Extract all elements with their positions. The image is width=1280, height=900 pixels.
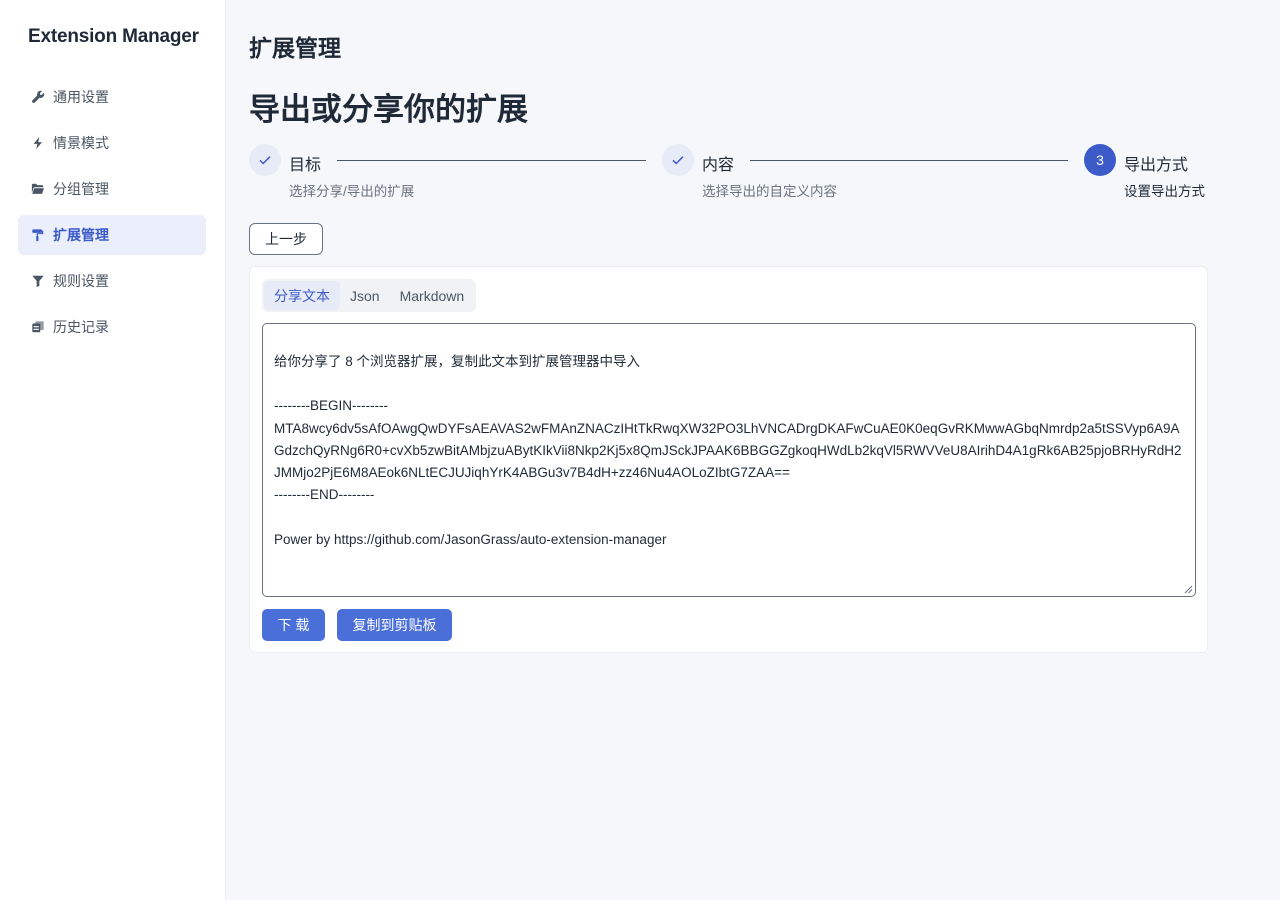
tab-markdown[interactable]: Markdown (390, 281, 475, 310)
step-2-check-icon (662, 144, 694, 176)
share-text-content: 给你分享了 8 个浏览器扩展，复制此文本到扩展管理器中导入 --------BE… (274, 354, 1182, 547)
download-button[interactable]: 下 载 (262, 609, 325, 641)
tab-json[interactable]: Json (340, 281, 390, 310)
steps: 目标 选择分享/导出的扩展 内容 选择导出的自定义内容 3 导出方式 设置导出方… (249, 144, 1209, 204)
sidebar-item-label: 历史记录 (53, 319, 109, 335)
sidebar: Extension Manager 通用设置 情景模式 分组管理 扩展管理 规则… (0, 0, 226, 900)
sidebar-nav: 通用设置 情景模式 分组管理 扩展管理 规则设置 历史记录 (18, 77, 206, 353)
sidebar-item-extension-management[interactable]: 扩展管理 (18, 215, 206, 255)
folder-open-icon (30, 181, 46, 197)
sidebar-item-label: 规则设置 (53, 273, 109, 289)
tab-share-text[interactable]: 分享文本 (264, 281, 340, 310)
export-format-tabs: 分享文本 Json Markdown (262, 279, 477, 312)
wrench-icon (30, 89, 46, 105)
sidebar-item-history[interactable]: 历史记录 (18, 307, 206, 347)
sidebar-item-label: 情景模式 (53, 135, 109, 151)
paint-roller-icon (30, 227, 46, 243)
copy-to-clipboard-button[interactable]: 复制到剪贴板 (337, 609, 452, 641)
step-2-connector (750, 160, 1068, 161)
resize-handle-icon[interactable] (1183, 584, 1193, 594)
export-card: 分享文本 Json Markdown 给你分享了 8 个浏览器扩展，复制此文本到… (249, 266, 1208, 653)
history-icon (30, 319, 46, 335)
sidebar-item-general-settings[interactable]: 通用设置 (18, 77, 206, 117)
sidebar-item-label: 通用设置 (53, 89, 109, 105)
step-1-check-icon (249, 144, 281, 176)
step-1-connector (337, 160, 646, 161)
app-title: Extension Manager (28, 26, 199, 47)
main-content: 扩展管理 导出或分享你的扩展 目标 选择分享/导出的扩展 内容 选择导出的自定义… (226, 0, 1280, 900)
step-1-title: 目标 (289, 157, 322, 174)
sidebar-item-rule-settings[interactable]: 规则设置 (18, 261, 206, 301)
step-3-description: 设置导出方式 (1124, 184, 1205, 199)
sidebar-item-scene-mode[interactable]: 情景模式 (18, 123, 206, 163)
sidebar-item-group-management[interactable]: 分组管理 (18, 169, 206, 209)
page-title: 扩展管理 (249, 35, 341, 61)
step-3-number: 3 (1084, 144, 1116, 176)
step-1-description: 选择分享/导出的扩展 (289, 184, 415, 199)
previous-step-button[interactable]: 上一步 (249, 223, 323, 255)
step-3-title: 导出方式 (1124, 157, 1189, 174)
sidebar-item-label: 扩展管理 (53, 227, 109, 243)
sidebar-item-label: 分组管理 (53, 181, 109, 197)
step-2-description: 选择导出的自定义内容 (702, 184, 837, 199)
page-heading: 导出或分享你的扩展 (249, 92, 528, 127)
filter-icon (30, 273, 46, 289)
bolt-icon (30, 135, 46, 151)
step-2-title: 内容 (702, 157, 735, 174)
share-text-area[interactable]: 给你分享了 8 个浏览器扩展，复制此文本到扩展管理器中导入 --------BE… (262, 323, 1196, 597)
